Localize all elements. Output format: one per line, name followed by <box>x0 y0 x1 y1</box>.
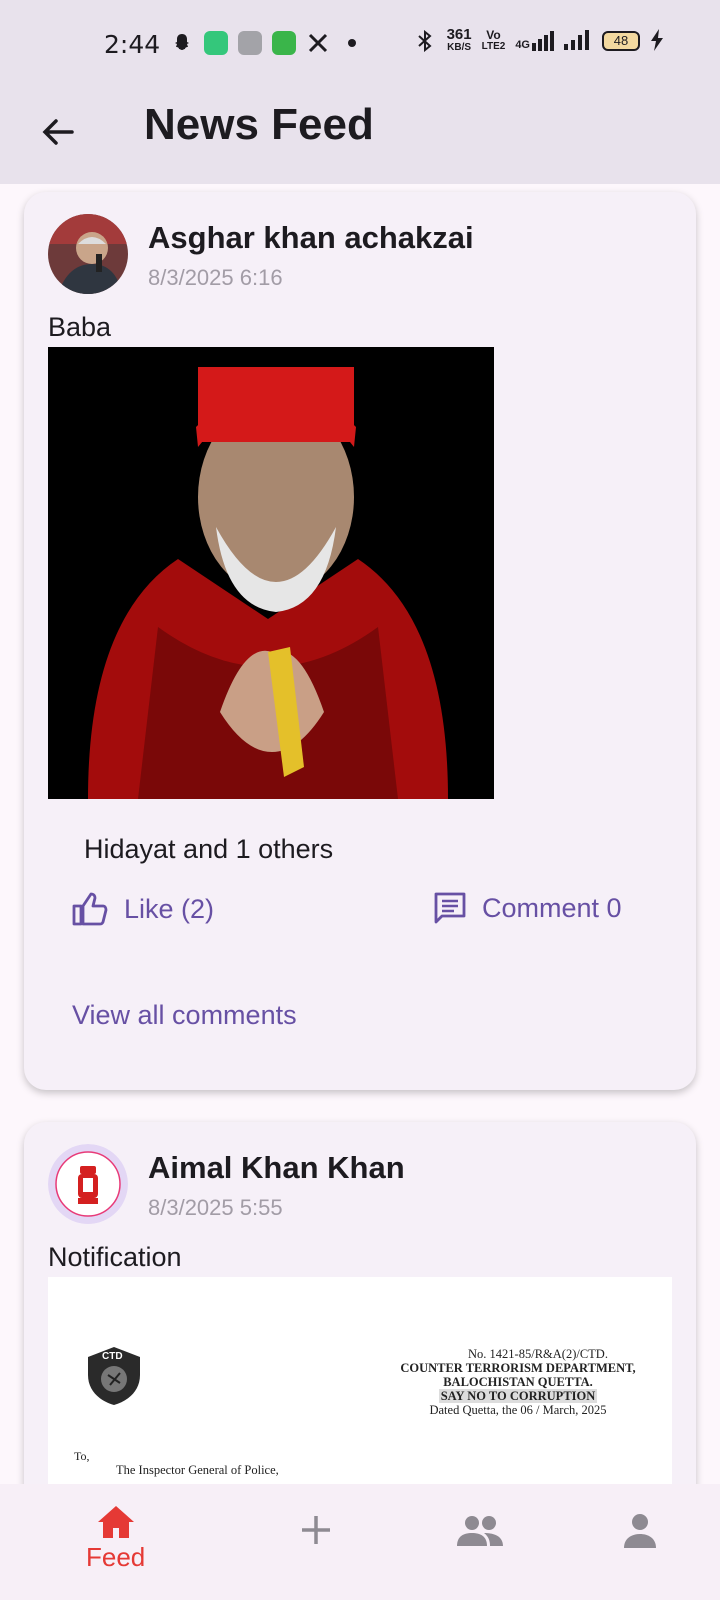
nav-feed[interactable]: Feed <box>86 1504 145 1573</box>
page-title: News Feed <box>144 100 374 149</box>
document-number: No. 1421-85/R&A(2)/CTD. <box>468 1347 608 1361</box>
system-icons: 361 KB/S Vo LTE2 4G 48 <box>413 26 664 53</box>
person-icon <box>624 1514 656 1548</box>
thumb-up-icon <box>72 892 108 926</box>
likers-text[interactable]: Hidayat and 1 others <box>84 834 333 865</box>
volte-indicator: Vo LTE2 <box>481 27 506 52</box>
document-slogan: SAY NO TO CORRUPTION <box>438 1389 598 1403</box>
comment-button[interactable]: Comment 0 <box>434 892 622 924</box>
post-author[interactable]: Asghar khan achakzai <box>148 220 474 256</box>
nav-add-post[interactable] <box>300 1514 332 1546</box>
document-city: BALOCHISTAN QUETTA. <box>443 1375 593 1389</box>
post-image[interactable] <box>48 347 494 799</box>
document-recipient: The Inspector General of Police, <box>116 1463 279 1477</box>
post-time: 8/3/2025 6:16 <box>148 265 283 290</box>
battery-app-icon <box>204 31 228 55</box>
status-time: 2:44 <box>104 30 161 59</box>
ctd-badge-icon: CTD <box>84 1345 144 1412</box>
plus-icon <box>302 1516 330 1544</box>
document-dept: COUNTER TERRORISM DEPARTMENT, <box>400 1361 636 1375</box>
document-date: Dated Quetta, the 06 / March, 2025 <box>429 1403 607 1417</box>
signal-4g-icon: 4G <box>515 30 554 51</box>
document-header: No. 1421-85/R&A(2)/CTD. COUNTER TERRORIS… <box>378 1347 658 1417</box>
people-icon <box>457 1516 503 1546</box>
ctd-badge-text: CTD <box>102 1351 123 1362</box>
network-type: 4G <box>515 38 530 51</box>
comment-label: Comment 0 <box>482 892 622 923</box>
x-icon <box>306 31 330 55</box>
nav-feed-label: Feed <box>86 1542 146 1572</box>
snapchat-icon <box>170 31 194 55</box>
bottom-navigation: Feed <box>0 1484 720 1600</box>
speed-value: 361 <box>446 26 472 43</box>
app-bar: News Feed <box>0 90 720 184</box>
speed-unit: KB/S <box>447 42 472 53</box>
comment-icon <box>434 892 466 924</box>
network-speed: 361 KB/S <box>446 26 472 53</box>
nav-friends[interactable] <box>456 1514 504 1546</box>
like-label: Like (2) <box>124 893 215 924</box>
post-card: Asghar khan achakzai 8/3/2025 6:16 Baba … <box>24 192 696 1090</box>
battery-icon: 48 <box>602 30 640 51</box>
android-app-icon <box>272 31 296 55</box>
settings-app-icon <box>238 31 262 55</box>
notification-icons <box>170 31 364 55</box>
home-icon <box>97 1506 134 1538</box>
status-bar: 2:44 361 KB/S Vo LTE2 4G 48 <box>0 0 720 90</box>
like-button[interactable]: Like (2) <box>72 892 214 926</box>
view-all-comments-link[interactable]: View all comments <box>72 1000 297 1031</box>
charging-icon <box>650 28 664 53</box>
back-arrow-icon[interactable] <box>38 112 78 152</box>
volte-bottom: LTE2 <box>481 40 506 52</box>
post-author[interactable]: Aimal Khan Khan <box>148 1150 405 1186</box>
post-time: 8/3/2025 5:55 <box>148 1195 283 1220</box>
avatar[interactable] <box>48 214 128 294</box>
avatar[interactable] <box>48 1144 128 1224</box>
signal-icon <box>564 29 592 52</box>
post-text: Notification <box>48 1242 182 1272</box>
document-to: To, <box>74 1449 90 1463</box>
bluetooth-icon <box>413 29 437 53</box>
dot-icon <box>340 31 364 55</box>
post-text: Baba <box>48 312 112 342</box>
volte-top: Vo <box>486 27 501 42</box>
nav-profile[interactable] <box>622 1512 658 1548</box>
